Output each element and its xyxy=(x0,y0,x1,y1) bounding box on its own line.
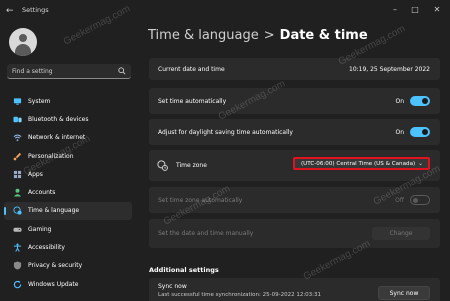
dst-toggle-group: On xyxy=(395,127,430,137)
dst-label: Adjust for daylight saving time automati… xyxy=(158,129,293,136)
sidebar-item-label: Network & internet xyxy=(28,134,86,142)
breadcrumb-separator: > xyxy=(263,28,275,43)
sidebar-item-label: Bluetooth & devices xyxy=(28,115,89,123)
title-bar: ← Settings – □ ✕ xyxy=(0,0,450,22)
time-zone-icon xyxy=(157,160,168,171)
search-box[interactable] xyxy=(7,64,131,79)
tz-auto-toggle-group: Off xyxy=(395,195,430,205)
sidebar-item-label: Windows Update xyxy=(28,280,79,288)
breadcrumb: Time & language > Date & time xyxy=(148,28,368,43)
toggle-state-text: On xyxy=(395,97,404,105)
sidebar-item-label: Time & language xyxy=(28,207,80,215)
time-zone-value: (UTC-06:00) Central Time (US & Canada) xyxy=(301,161,416,167)
sidebar-item-label: Gaming xyxy=(28,225,52,233)
current-date-value: 10:19, 25 September 2022 xyxy=(349,66,430,73)
avatar[interactable] xyxy=(9,28,37,56)
tz-auto-toggle[interactable] xyxy=(410,195,430,205)
sidebar-item-system[interactable]: System xyxy=(4,92,132,110)
sidebar-item-gaming[interactable]: Gaming xyxy=(4,220,132,238)
sync-now-button[interactable]: Sync now xyxy=(378,286,430,300)
sidebar-item-privacy[interactable]: Privacy & security xyxy=(4,257,132,275)
app-title: Settings xyxy=(22,6,49,14)
current-date-card: Current date and time 10:19, 25 Septembe… xyxy=(149,58,440,80)
sidebar-item-label: System xyxy=(28,97,51,105)
gamepad-icon xyxy=(13,227,22,232)
sync-card: Sync now Last successful time synchroniz… xyxy=(149,278,440,301)
person-icon xyxy=(13,188,22,197)
tz-auto-card: Set time zone automatically Off xyxy=(149,187,440,213)
maximize-button[interactable]: □ xyxy=(408,3,422,17)
sidebar-item-windows-update[interactable]: Windows Update xyxy=(4,275,132,293)
sidebar-item-label: Apps xyxy=(28,170,43,178)
sidebar-item-accessibility[interactable]: Accessibility xyxy=(4,238,132,256)
sidebar-item-accounts[interactable]: Accounts xyxy=(4,183,132,201)
sync-last-success: Last successful time synchronization: 25… xyxy=(158,292,322,298)
breadcrumb-parent[interactable]: Time & language xyxy=(148,28,259,43)
sidebar: System Bluetooth & devices Network & int… xyxy=(0,22,138,301)
brush-icon xyxy=(13,152,22,160)
minimize-button[interactable]: – xyxy=(388,3,402,17)
dst-card: Adjust for daylight saving time automati… xyxy=(149,119,440,145)
back-arrow-icon[interactable]: ← xyxy=(6,6,16,16)
manual-date-card: Set the date and time manually Change xyxy=(149,219,440,248)
set-time-auto-toggle-group: On xyxy=(395,96,430,106)
sidebar-nav: System Bluetooth & devices Network & int… xyxy=(4,92,132,293)
bluetooth-icon xyxy=(13,116,22,123)
time-zone-label: Time zone xyxy=(176,162,207,169)
sidebar-item-time-language[interactable]: Time & language xyxy=(4,201,132,221)
sidebar-item-label: Personalization xyxy=(28,152,74,160)
set-time-auto-toggle[interactable] xyxy=(410,96,430,106)
current-date-label: Current date and time xyxy=(158,66,225,73)
dst-toggle[interactable] xyxy=(410,127,430,137)
sidebar-item-bluetooth[interactable]: Bluetooth & devices xyxy=(4,110,132,128)
time-zone-card: Time zone (UTC-06:00) Central Time (US &… xyxy=(149,150,440,181)
change-button[interactable]: Change xyxy=(372,227,430,240)
close-button[interactable]: ✕ xyxy=(430,3,444,17)
sidebar-item-personalization[interactable]: Personalization xyxy=(4,147,132,165)
search-input[interactable] xyxy=(12,64,112,78)
time-zone-dropdown[interactable]: (UTC-06:00) Central Time (US & Canada) ⌄ xyxy=(293,157,430,170)
update-icon xyxy=(13,280,22,288)
sync-title: Sync now xyxy=(158,283,187,290)
chevron-down-icon: ⌄ xyxy=(417,160,423,167)
sidebar-item-label: Privacy & security xyxy=(28,262,83,270)
manual-date-label: Set the date and time manually xyxy=(158,230,254,237)
wifi-icon xyxy=(13,134,22,142)
globe-clock-icon xyxy=(13,206,22,215)
main-content: Time & language > Date & time Current date… xyxy=(140,22,450,301)
sidebar-item-label: Accounts xyxy=(28,189,56,197)
toggle-state-text: Off xyxy=(395,196,404,204)
search-icon[interactable] xyxy=(118,67,126,75)
additional-settings-heading: Additional settings xyxy=(149,266,219,274)
sidebar-item-label: Accessibility xyxy=(28,244,65,252)
toggle-state-text: On xyxy=(395,128,404,136)
apps-icon xyxy=(13,170,22,178)
tz-auto-label: Set time zone automatically xyxy=(158,197,243,204)
sidebar-item-apps[interactable]: Apps xyxy=(4,165,132,183)
shield-icon xyxy=(13,261,22,270)
set-time-auto-label: Set time automatically xyxy=(158,98,227,105)
sidebar-item-network[interactable]: Network & internet xyxy=(4,129,132,147)
accessibility-icon xyxy=(13,243,22,252)
page-title: Date & time xyxy=(279,28,368,43)
set-time-auto-card: Set time automatically On xyxy=(149,88,440,114)
monitor-icon xyxy=(13,97,22,105)
